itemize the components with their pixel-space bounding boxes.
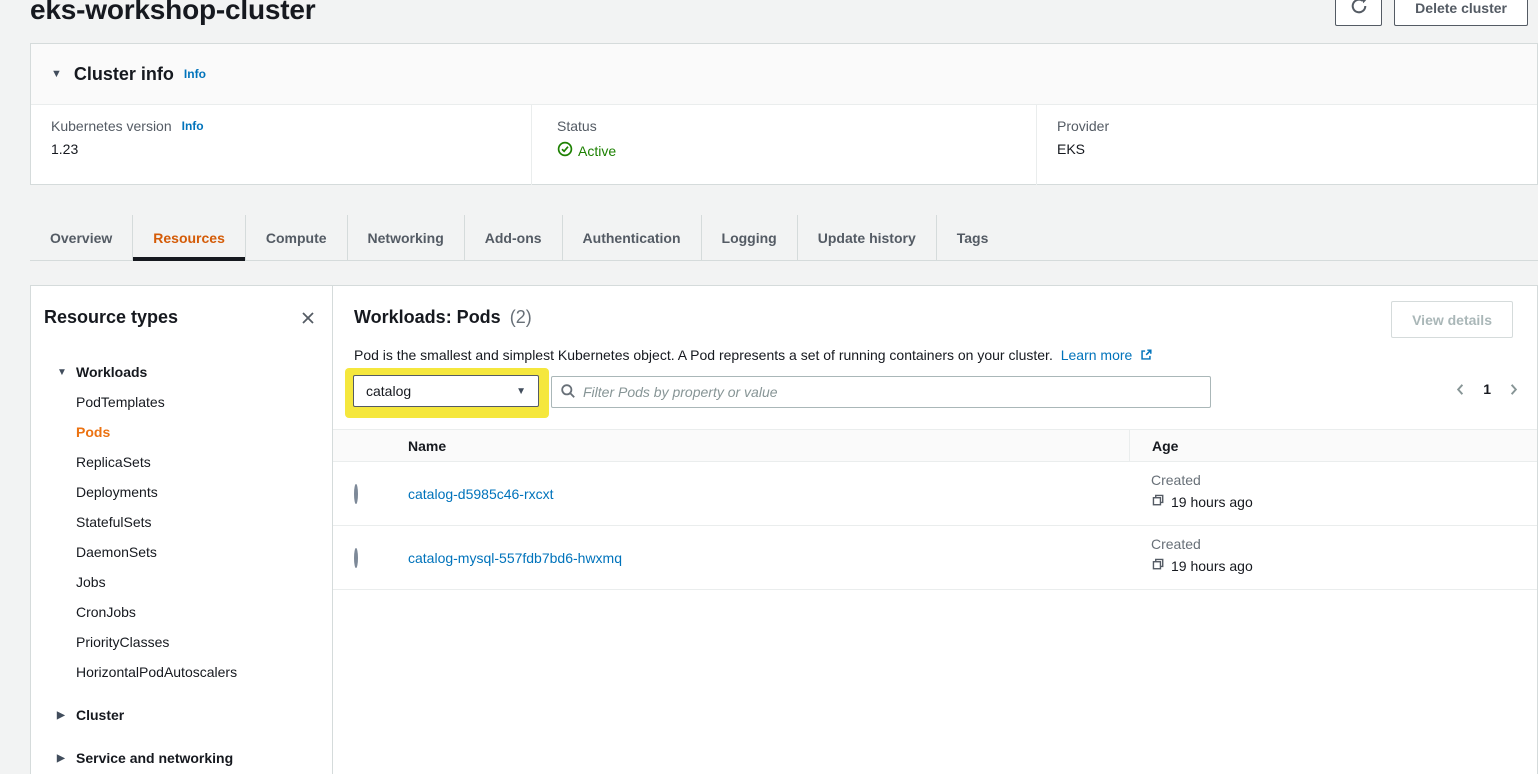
caret-right-icon: ▶ bbox=[57, 753, 76, 764]
resource-types-tree: ▼ Workloads PodTemplates Pods ReplicaSet… bbox=[31, 357, 332, 773]
sidebar-item-cronjobs[interactable]: CronJobs bbox=[31, 597, 332, 627]
kubernetes-version-info-link[interactable]: Info bbox=[182, 119, 204, 133]
sidebar-item-pods[interactable]: Pods bbox=[31, 417, 332, 447]
pods-filter-input[interactable] bbox=[583, 384, 1202, 400]
copy-icon[interactable] bbox=[1151, 557, 1165, 574]
sidebar-group-label: Cluster bbox=[76, 707, 124, 723]
tab-authentication[interactable]: Authentication bbox=[562, 215, 701, 261]
table-row: catalog-d5985c46-rxcxt Created 19 hours … bbox=[333, 462, 1537, 526]
cluster-tabs: Overview Resources Compute Networking Ad… bbox=[30, 215, 1538, 261]
refresh-icon bbox=[1350, 0, 1368, 18]
refresh-button[interactable] bbox=[1335, 0, 1382, 26]
age-cell: Created 19 hours ago bbox=[1129, 526, 1537, 574]
tab-update-history[interactable]: Update history bbox=[797, 215, 936, 261]
sidebar-item-horizontalpodautoscalers[interactable]: HorizontalPodAutoscalers bbox=[31, 657, 332, 687]
kubernetes-version-label: Kubernetes version bbox=[51, 118, 172, 134]
learn-more-link[interactable]: Learn more bbox=[1061, 347, 1133, 363]
tab-add-ons[interactable]: Add-ons bbox=[464, 215, 562, 261]
row-radio-button[interactable] bbox=[354, 484, 358, 504]
pods-table: Name Age catalog-d5985c46-rxcxt Created bbox=[333, 429, 1537, 590]
external-link-icon bbox=[1139, 348, 1153, 365]
pods-table-header: Name Age bbox=[333, 429, 1537, 462]
cluster-info-panel: ▼ Cluster info Info Kubernetes version I… bbox=[30, 43, 1538, 185]
age-value: 19 hours ago bbox=[1171, 494, 1253, 510]
sidebar-item-statefulsets[interactable]: StatefulSets bbox=[31, 507, 332, 537]
table-row: catalog-mysql-557fdb7bd6-hwxmq Created 1… bbox=[333, 526, 1537, 590]
filter-row: catalog ▼ bbox=[333, 367, 1537, 429]
pod-name-link[interactable]: catalog-d5985c46-rxcxt bbox=[408, 486, 554, 502]
sidebar-group-service-and-networking[interactable]: ▶ Service and networking bbox=[31, 743, 332, 773]
column-header-age[interactable]: Age bbox=[1129, 430, 1537, 461]
workloads-items: PodTemplates Pods ReplicaSets Deployment… bbox=[31, 387, 332, 687]
namespace-filter-value: catalog bbox=[366, 383, 411, 399]
sidebar-group-label: Workloads bbox=[76, 364, 147, 380]
kubernetes-version-field: Kubernetes version Info 1.23 bbox=[31, 105, 531, 185]
copy-icon[interactable] bbox=[1151, 493, 1165, 510]
sidebar-group-label: Service and networking bbox=[76, 750, 233, 766]
sidebar-group-cluster[interactable]: ▶ Cluster bbox=[31, 700, 332, 730]
tab-compute[interactable]: Compute bbox=[245, 215, 347, 261]
status-active-icon bbox=[557, 141, 573, 160]
pods-count: (2) bbox=[510, 307, 532, 327]
resource-types-sidebar: Resource types ▼ Workloads PodTemplates … bbox=[31, 286, 333, 774]
provider-label: Provider bbox=[1057, 118, 1109, 134]
age-cell: Created 19 hours ago bbox=[1129, 462, 1537, 510]
sidebar-item-jobs[interactable]: Jobs bbox=[31, 567, 332, 597]
previous-page-icon[interactable] bbox=[1453, 382, 1468, 397]
status-field: Status Active bbox=[531, 105, 1036, 185]
resources-content-panel: Resource types ▼ Workloads PodTemplates … bbox=[30, 285, 1538, 774]
sidebar-item-daemonsets[interactable]: DaemonSets bbox=[31, 537, 332, 567]
kubernetes-version-value: 1.23 bbox=[51, 141, 531, 157]
provider-field: Provider EKS bbox=[1036, 105, 1537, 185]
age-created-label: Created bbox=[1151, 536, 1537, 552]
provider-value: EKS bbox=[1057, 141, 1537, 157]
cluster-info-info-link[interactable]: Info bbox=[184, 67, 206, 81]
status-label: Status bbox=[557, 118, 597, 134]
caret-down-icon: ▼ bbox=[57, 367, 76, 378]
chevron-down-icon: ▼ bbox=[516, 386, 526, 397]
pods-description: Pod is the smallest and simplest Kuberne… bbox=[333, 338, 1537, 365]
pods-filter-searchbox bbox=[551, 376, 1211, 408]
cluster-info-title: Cluster info bbox=[74, 64, 174, 85]
namespace-filter-dropdown[interactable]: catalog ▼ bbox=[353, 375, 539, 407]
tab-resources[interactable]: Resources bbox=[132, 215, 245, 261]
age-created-label: Created bbox=[1151, 472, 1537, 488]
close-icon[interactable] bbox=[300, 310, 316, 326]
pods-main-area: Workloads: Pods (2) View details Pod is … bbox=[333, 286, 1537, 774]
sidebar-item-podtemplates[interactable]: PodTemplates bbox=[31, 387, 332, 417]
caret-right-icon: ▶ bbox=[57, 710, 76, 721]
cluster-info-body: Kubernetes version Info 1.23 Status bbox=[31, 105, 1537, 185]
sidebar-group-workloads[interactable]: ▼ Workloads bbox=[31, 357, 332, 387]
pagination: 1 bbox=[1453, 381, 1521, 397]
delete-cluster-button[interactable]: Delete cluster bbox=[1394, 0, 1528, 26]
resource-types-title: Resource types bbox=[44, 307, 178, 328]
status-value: Active bbox=[578, 143, 616, 159]
tab-tags[interactable]: Tags bbox=[936, 215, 1009, 261]
search-icon bbox=[560, 383, 576, 402]
tab-networking[interactable]: Networking bbox=[347, 215, 464, 261]
column-header-name[interactable]: Name bbox=[408, 438, 1129, 454]
age-value: 19 hours ago bbox=[1171, 558, 1253, 574]
tab-logging[interactable]: Logging bbox=[701, 215, 797, 261]
header-actions: Delete cluster bbox=[1335, 0, 1528, 26]
sidebar-item-deployments[interactable]: Deployments bbox=[31, 477, 332, 507]
sidebar-item-priorityclasses[interactable]: PriorityClasses bbox=[31, 627, 332, 657]
tab-overview[interactable]: Overview bbox=[30, 215, 132, 261]
page-title: eks-workshop-cluster bbox=[30, 0, 315, 26]
row-radio-button[interactable] bbox=[354, 548, 358, 568]
pod-name-link[interactable]: catalog-mysql-557fdb7bd6-hwxmq bbox=[408, 550, 622, 566]
cluster-info-header[interactable]: ▼ Cluster info Info bbox=[31, 44, 1537, 105]
next-page-icon[interactable] bbox=[1506, 382, 1521, 397]
current-page-number[interactable]: 1 bbox=[1483, 381, 1491, 397]
collapse-caret-icon: ▼ bbox=[51, 68, 62, 80]
sidebar-item-replicasets[interactable]: ReplicaSets bbox=[31, 447, 332, 477]
pods-heading: Workloads: Pods (2) bbox=[354, 301, 532, 328]
view-details-button[interactable]: View details bbox=[1391, 301, 1513, 338]
